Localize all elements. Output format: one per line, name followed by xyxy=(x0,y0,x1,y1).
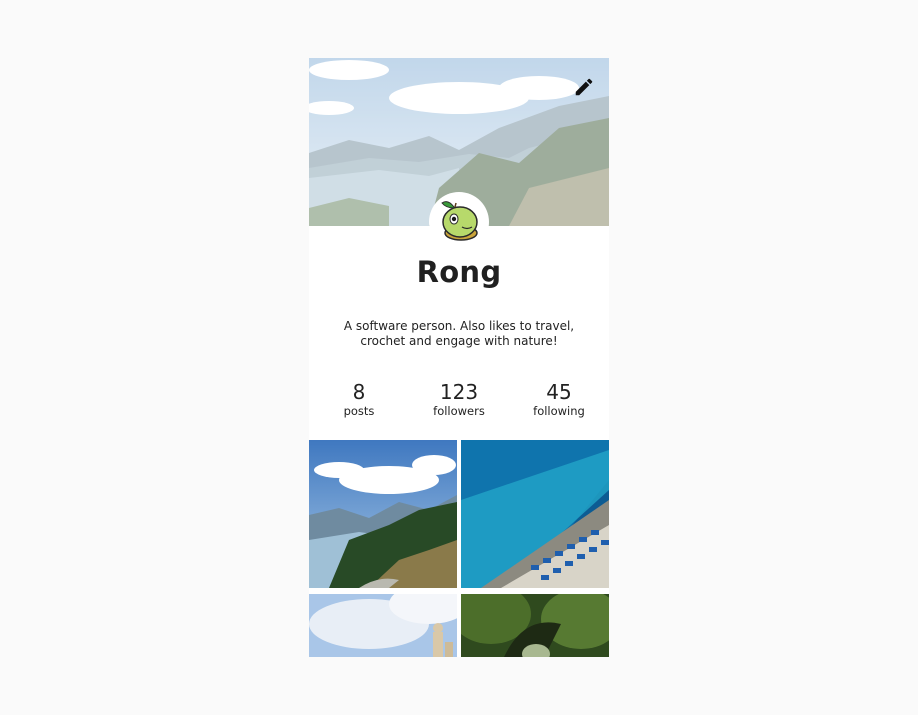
stat-value: 123 xyxy=(439,380,479,404)
stat-label: followers xyxy=(433,404,485,418)
profile-screen: Rong A software person. Also likes to tr… xyxy=(309,58,609,657)
turtle-avatar-icon xyxy=(434,195,484,249)
photo-mountain-lake[interactable] xyxy=(309,440,457,588)
stat-value: 8 xyxy=(352,380,366,404)
photo-forest-tree[interactable] xyxy=(461,594,609,657)
stat-posts[interactable]: 8 posts xyxy=(309,380,409,418)
pencil-icon xyxy=(573,76,595,98)
stat-following[interactable]: 45 following xyxy=(509,380,609,418)
stats-row: 8 posts 123 followers 45 following xyxy=(309,380,609,418)
photo-beach-umbrellas[interactable] xyxy=(461,440,609,588)
photo-sky-statues[interactable] xyxy=(309,594,457,657)
stat-value: 45 xyxy=(546,380,572,404)
edit-profile-button[interactable] xyxy=(569,72,599,102)
avatar[interactable] xyxy=(429,192,489,252)
stat-followers[interactable]: 123 followers xyxy=(409,380,509,418)
stat-label: posts xyxy=(343,404,375,418)
profile-name: Rong xyxy=(416,255,502,289)
profile-bio: A software person. Also likes to travel,… xyxy=(343,319,575,348)
stat-label: following xyxy=(533,404,585,418)
